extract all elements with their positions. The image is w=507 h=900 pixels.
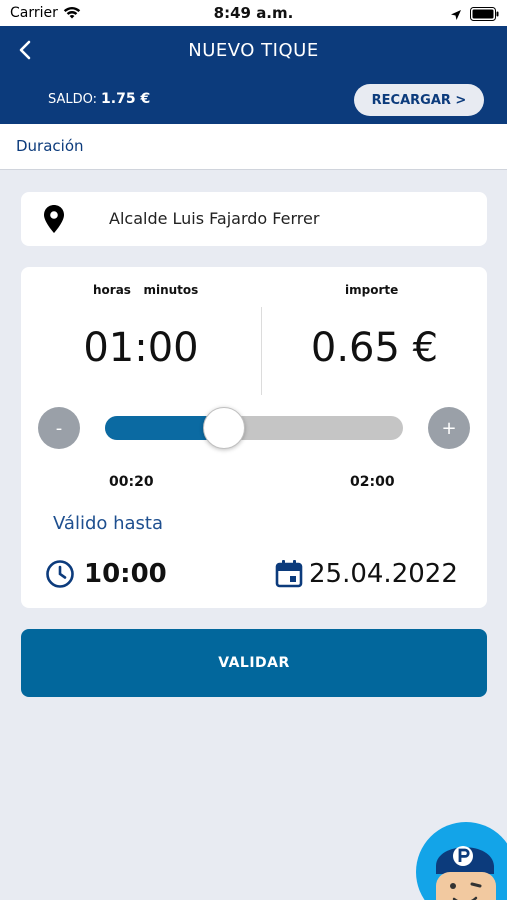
increase-button[interactable]: + xyxy=(428,407,470,449)
location-arrow-icon xyxy=(450,6,462,25)
decrease-button[interactable]: - xyxy=(38,407,80,449)
clock-icon xyxy=(45,559,75,593)
valid-until-date: 25.04.2022 xyxy=(309,559,458,589)
duration-value: 01:00 xyxy=(83,325,199,371)
balance-value: 1.75 € xyxy=(101,91,151,107)
amount-value: 0.65 € xyxy=(310,325,439,371)
tab-duration[interactable]: Duración xyxy=(16,137,84,155)
balance: SALDO: 1.75 € xyxy=(48,91,150,107)
hours-minutes-label: horas minutos xyxy=(93,283,199,297)
ticket-card: horas minutos importe 01:00 0.65 € - + 0… xyxy=(21,267,487,608)
slider-min-label: 00:20 xyxy=(109,474,154,490)
slider-thumb[interactable] xyxy=(203,407,246,449)
assistant-avatar-icon[interactable] xyxy=(416,822,507,900)
validate-button[interactable]: VALIDAR xyxy=(21,629,487,697)
app-header: NUEVO TIQUE SALDO: 1.75 € RECARGAR > xyxy=(0,26,507,124)
slider-max-label: 02:00 xyxy=(350,474,395,490)
recharge-button[interactable]: RECARGAR > xyxy=(354,84,484,116)
amount-label: importe xyxy=(345,283,399,297)
calendar-icon xyxy=(275,559,303,593)
clock-time: 8:49 a.m. xyxy=(213,4,294,22)
valid-until-time: 10:00 xyxy=(84,559,167,589)
page-title: NUEVO TIQUE xyxy=(188,40,319,61)
street-name: Alcalde Luis Fajardo Ferrer xyxy=(109,209,320,228)
location-card[interactable]: Alcalde Luis Fajardo Ferrer xyxy=(21,192,487,246)
status-bar: Carrier 8:49 a.m. xyxy=(0,0,507,26)
duration-slider[interactable] xyxy=(105,407,403,449)
battery-icon xyxy=(470,6,500,25)
duration-tab-bar: Duración xyxy=(0,124,507,170)
map-pin-icon xyxy=(41,204,67,238)
balance-label: SALDO: xyxy=(48,92,98,107)
valid-until-label: Válido hasta xyxy=(53,513,164,534)
